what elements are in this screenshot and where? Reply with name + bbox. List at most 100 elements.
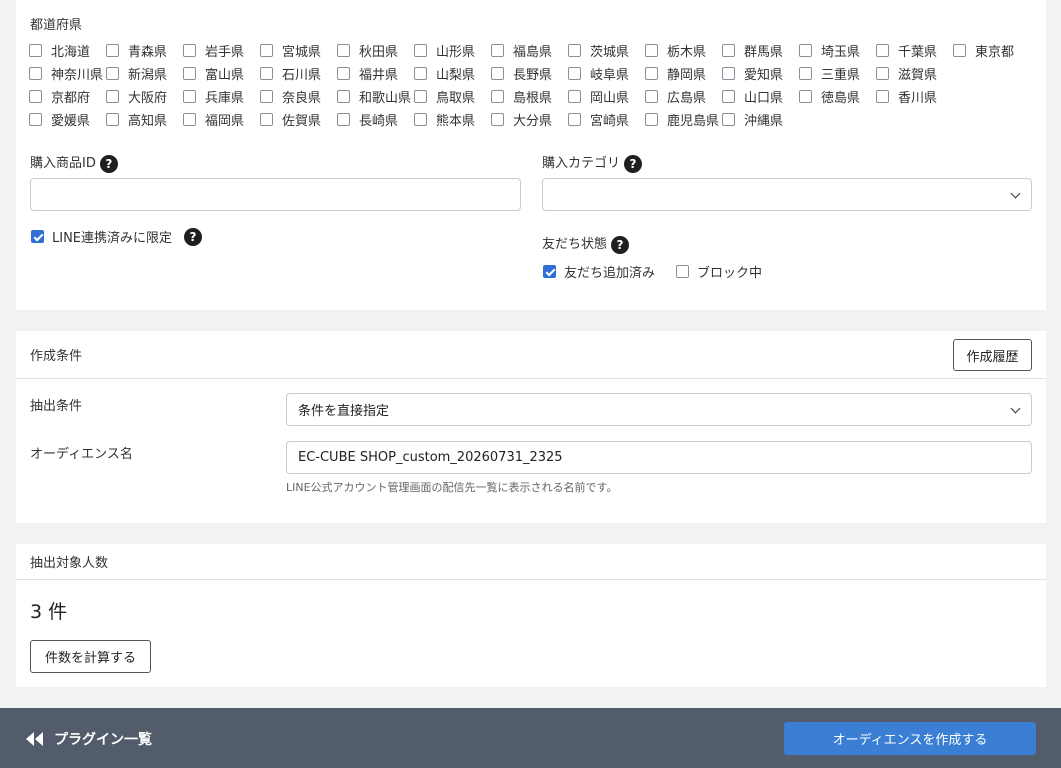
- prefecture-checkbox[interactable]: [260, 113, 273, 126]
- prefecture-checkbox[interactable]: [645, 113, 658, 126]
- category-select[interactable]: [542, 178, 1032, 211]
- prefecture-option[interactable]: 大分県: [491, 110, 568, 129]
- prefecture-checkbox[interactable]: [260, 44, 273, 57]
- prefecture-checkbox[interactable]: [799, 44, 812, 57]
- prefecture-option[interactable]: 兵庫県: [183, 87, 260, 106]
- prefecture-option[interactable]: 群馬県: [722, 41, 799, 60]
- prefecture-option[interactable]: 富山県: [183, 64, 260, 83]
- prefecture-option[interactable]: 栃木県: [645, 41, 722, 60]
- prefecture-option[interactable]: 高知県: [106, 110, 183, 129]
- prefecture-option[interactable]: 愛知県: [722, 64, 799, 83]
- prefecture-option[interactable]: 秋田県: [337, 41, 414, 60]
- prefecture-checkbox[interactable]: [183, 67, 196, 80]
- prefecture-option[interactable]: 岡山県: [568, 87, 645, 106]
- prefecture-checkbox[interactable]: [568, 90, 581, 103]
- prefecture-checkbox[interactable]: [414, 113, 427, 126]
- prefecture-checkbox[interactable]: [183, 113, 196, 126]
- prefecture-option[interactable]: 宮崎県: [568, 110, 645, 129]
- prefecture-option[interactable]: 島根県: [491, 87, 568, 106]
- prefecture-checkbox[interactable]: [29, 67, 42, 80]
- prefecture-checkbox[interactable]: [722, 90, 735, 103]
- prefecture-option[interactable]: 山口県: [722, 87, 799, 106]
- friend-added-row[interactable]: 友だち追加済み: [543, 262, 655, 281]
- prefecture-option[interactable]: 埼玉県: [799, 41, 876, 60]
- prefecture-option[interactable]: 熊本県: [414, 110, 491, 129]
- extract-select[interactable]: 条件を直接指定: [286, 393, 1032, 426]
- audience-name-input[interactable]: EC-CUBE SHOP_custom_20260731_2325: [286, 441, 1032, 474]
- prefecture-option[interactable]: 佐賀県: [260, 110, 337, 129]
- blocked-checkbox[interactable]: [676, 265, 689, 278]
- prefecture-option[interactable]: 静岡県: [645, 64, 722, 83]
- prefecture-checkbox[interactable]: [876, 67, 889, 80]
- prefecture-checkbox[interactable]: [414, 44, 427, 57]
- prefecture-checkbox[interactable]: [183, 44, 196, 57]
- prefecture-option[interactable]: 奈良県: [260, 87, 337, 106]
- prefecture-checkbox[interactable]: [876, 44, 889, 57]
- prefecture-checkbox[interactable]: [337, 67, 350, 80]
- prefecture-option[interactable]: 茨城県: [568, 41, 645, 60]
- prefecture-checkbox[interactable]: [414, 67, 427, 80]
- prefecture-option[interactable]: 石川県: [260, 64, 337, 83]
- prefecture-checkbox[interactable]: [568, 113, 581, 126]
- prefecture-checkbox[interactable]: [568, 44, 581, 57]
- prefecture-checkbox[interactable]: [491, 90, 504, 103]
- help-icon[interactable]: ?: [611, 235, 630, 254]
- prefecture-checkbox[interactable]: [645, 44, 658, 57]
- prefecture-option[interactable]: 長野県: [491, 64, 568, 83]
- prefecture-checkbox[interactable]: [29, 90, 42, 103]
- prefecture-option[interactable]: 京都府: [29, 87, 106, 106]
- create-audience-button[interactable]: オーディエンスを作成する: [784, 722, 1036, 755]
- line-limit-checkbox-row[interactable]: LINE連携済みに限定 ?: [31, 227, 203, 246]
- prefecture-option[interactable]: 岩手県: [183, 41, 260, 60]
- prefecture-option[interactable]: 福岡県: [183, 110, 260, 129]
- prefecture-checkbox[interactable]: [799, 90, 812, 103]
- prefecture-checkbox[interactable]: [722, 113, 735, 126]
- history-button[interactable]: 作成履歴: [953, 339, 1032, 371]
- help-icon[interactable]: ?: [99, 154, 118, 173]
- prefecture-checkbox[interactable]: [183, 90, 196, 103]
- prefecture-option[interactable]: 滋賀県: [876, 64, 953, 83]
- prefecture-option[interactable]: 香川県: [876, 87, 953, 106]
- prefecture-option[interactable]: 千葉県: [876, 41, 953, 60]
- prefecture-option[interactable]: 鹿児島県: [645, 110, 722, 129]
- prefecture-option[interactable]: 徳島県: [799, 87, 876, 106]
- prefecture-checkbox[interactable]: [491, 113, 504, 126]
- prefecture-checkbox[interactable]: [799, 67, 812, 80]
- prefecture-option[interactable]: 沖縄県: [722, 110, 799, 129]
- prefecture-checkbox[interactable]: [568, 67, 581, 80]
- line-limit-checkbox[interactable]: [31, 230, 44, 243]
- product-id-input[interactable]: [30, 178, 521, 211]
- prefecture-option[interactable]: 東京都: [953, 41, 1030, 60]
- prefecture-option[interactable]: 山形県: [414, 41, 491, 60]
- prefecture-checkbox[interactable]: [29, 113, 42, 126]
- prefecture-checkbox[interactable]: [337, 113, 350, 126]
- prefecture-checkbox[interactable]: [491, 44, 504, 57]
- prefecture-option[interactable]: 北海道: [29, 41, 106, 60]
- prefecture-checkbox[interactable]: [645, 90, 658, 103]
- prefecture-option[interactable]: 青森県: [106, 41, 183, 60]
- prefecture-checkbox[interactable]: [414, 90, 427, 103]
- prefecture-checkbox[interactable]: [722, 67, 735, 80]
- blocked-row[interactable]: ブロック中: [676, 262, 762, 281]
- prefecture-option[interactable]: 山梨県: [414, 64, 491, 83]
- prefecture-option[interactable]: 三重県: [799, 64, 876, 83]
- prefecture-option[interactable]: 福井県: [337, 64, 414, 83]
- prefecture-option[interactable]: 広島県: [645, 87, 722, 106]
- prefecture-option[interactable]: 愛媛県: [29, 110, 106, 129]
- prefecture-checkbox[interactable]: [106, 44, 119, 57]
- prefecture-checkbox[interactable]: [645, 67, 658, 80]
- prefecture-option[interactable]: 鳥取県: [414, 87, 491, 106]
- prefecture-option[interactable]: 岐阜県: [568, 64, 645, 83]
- prefecture-checkbox[interactable]: [106, 67, 119, 80]
- prefecture-checkbox[interactable]: [260, 67, 273, 80]
- back-to-plugins-link[interactable]: プラグイン一覧: [26, 729, 152, 749]
- prefecture-option[interactable]: 大阪府: [106, 87, 183, 106]
- friend-added-checkbox[interactable]: [543, 265, 556, 278]
- prefecture-checkbox[interactable]: [491, 67, 504, 80]
- prefecture-checkbox[interactable]: [876, 90, 889, 103]
- prefecture-checkbox[interactable]: [29, 44, 42, 57]
- prefecture-option[interactable]: 新潟県: [106, 64, 183, 83]
- help-icon[interactable]: ?: [624, 154, 643, 173]
- prefecture-checkbox[interactable]: [106, 90, 119, 103]
- prefecture-option[interactable]: 神奈川県: [29, 64, 106, 83]
